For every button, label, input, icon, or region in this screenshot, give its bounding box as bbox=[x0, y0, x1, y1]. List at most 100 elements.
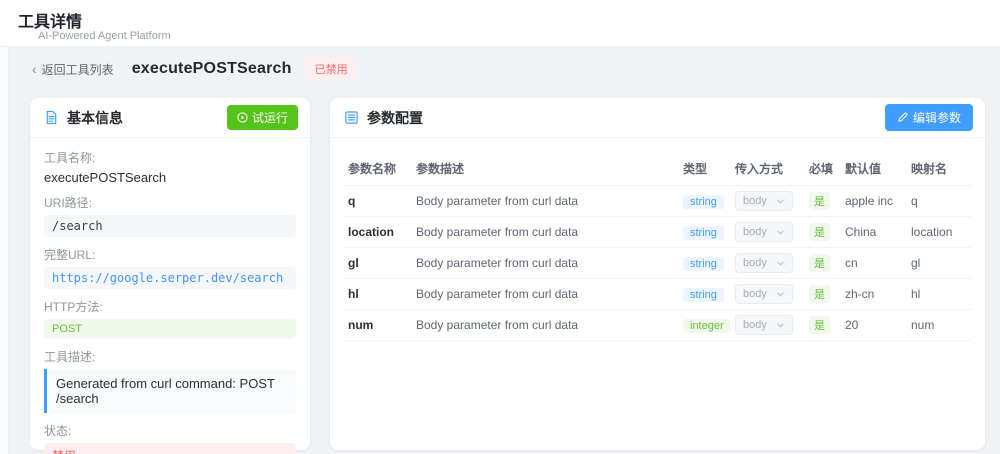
param-type: string bbox=[679, 186, 731, 217]
param-row-gl: glBody parameter from curl data string bod… bbox=[344, 248, 971, 279]
pass-method-select[interactable]: body bbox=[735, 284, 793, 304]
chevron-down-icon bbox=[776, 259, 785, 268]
param-default: apple inc bbox=[841, 186, 907, 217]
edit-params-button[interactable]: 编辑参数 bbox=[885, 104, 973, 131]
column-header: 必填 bbox=[805, 154, 841, 186]
document-icon bbox=[44, 110, 59, 125]
column-header: 传入方式 bbox=[731, 154, 805, 186]
param-name: gl bbox=[344, 248, 412, 279]
field-label: HTTP方法: bbox=[44, 298, 296, 315]
param-config-title: 参数配置 bbox=[367, 108, 423, 128]
back-link-label: 返回工具列表 bbox=[42, 61, 114, 78]
left-rail bbox=[0, 47, 9, 454]
param-mapping: q bbox=[907, 186, 971, 217]
page-title: 工具详情 bbox=[18, 8, 82, 32]
basic-info-card: 基本信息 试运行 工具名称:executePOSTSearch URI路径:/se… bbox=[30, 98, 310, 450]
pass-method-select[interactable]: body bbox=[735, 315, 793, 335]
basic-info-field: 状态: 禁用 bbox=[44, 422, 296, 454]
pass-method-select[interactable]: body bbox=[735, 191, 793, 211]
required-badge: 是 bbox=[809, 285, 830, 303]
param-description: Body parameter from curl data bbox=[412, 248, 679, 279]
pencil-icon bbox=[897, 112, 908, 123]
field-label: 工具描述: bbox=[44, 348, 296, 365]
param-mapping: location bbox=[907, 217, 971, 248]
param-default: 20 bbox=[841, 310, 907, 341]
param-required: 是 bbox=[805, 217, 841, 248]
param-method: body bbox=[731, 248, 805, 279]
param-default: zh-cn bbox=[841, 279, 907, 310]
param-type: string bbox=[679, 217, 731, 248]
field-value-method: POST bbox=[44, 319, 296, 339]
list-icon bbox=[344, 110, 359, 125]
param-name: num bbox=[344, 310, 412, 341]
basic-info-fields: 工具名称:executePOSTSearch URI路径:/search 完整URL… bbox=[30, 138, 310, 454]
param-required: 是 bbox=[805, 248, 841, 279]
param-type: integer bbox=[679, 310, 731, 341]
param-required: 是 bbox=[805, 279, 841, 310]
param-description: Body parameter from curl data bbox=[412, 310, 679, 341]
field-value-status: 禁用 bbox=[44, 443, 296, 454]
param-method: body bbox=[731, 279, 805, 310]
basic-info-card-header: 基本信息 试运行 bbox=[30, 98, 310, 138]
chevron-down-icon bbox=[776, 197, 785, 206]
type-badge: string bbox=[683, 195, 724, 209]
param-config-card: 参数配置 编辑参数 参数名称参数描述类型传入方式必填默认值映射名 qBody p… bbox=[330, 98, 985, 450]
pass-method-select[interactable]: body bbox=[735, 253, 793, 273]
column-header: 映射名 bbox=[907, 154, 971, 186]
param-table-header-row: 参数名称参数描述类型传入方式必填默认值映射名 bbox=[344, 154, 971, 186]
param-description: Body parameter from curl data bbox=[412, 217, 679, 248]
param-table-body: qBody parameter from curl datastringbody… bbox=[344, 186, 971, 341]
chevron-down-icon bbox=[776, 228, 785, 237]
param-mapping: hl bbox=[907, 279, 971, 310]
breadcrumb: ‹ 返回工具列表 executePOSTSearch 已禁用 bbox=[32, 56, 357, 82]
param-table-wrap: 参数名称参数描述类型传入方式必填默认值映射名 qBody parameter f… bbox=[330, 138, 985, 341]
param-name: hl bbox=[344, 279, 412, 310]
param-required: 是 bbox=[805, 186, 841, 217]
type-badge: integer bbox=[683, 319, 731, 333]
field-value-plain: executePOSTSearch bbox=[44, 170, 296, 185]
param-config-card-header: 参数配置 编辑参数 bbox=[330, 98, 985, 138]
chevron-down-icon bbox=[776, 290, 785, 299]
required-badge: 是 bbox=[809, 316, 830, 334]
column-header: 类型 bbox=[679, 154, 731, 186]
param-row-hl: hlBody parameter from curl datastringbod… bbox=[344, 279, 971, 310]
test-run-button[interactable]: 试运行 bbox=[227, 105, 298, 130]
field-value-url: https://google.serper.dev/search bbox=[44, 267, 296, 289]
field-label: 状态: bbox=[44, 422, 296, 439]
type-badge: string bbox=[683, 257, 724, 271]
param-row-location: locationBody parameter from curl datastr… bbox=[344, 217, 971, 248]
tool-detail-page: 工具详情 AI-Powered Agent Platform ‹ 返回工具列表 … bbox=[0, 0, 1000, 454]
param-required: 是 bbox=[805, 310, 841, 341]
type-badge: string bbox=[683, 226, 724, 240]
app-header: 工具详情 AI-Powered Agent Platform bbox=[0, 0, 1000, 47]
pass-method-select[interactable]: body bbox=[735, 222, 793, 242]
field-value-code: /search bbox=[44, 215, 296, 237]
basic-info-field: 完整URL:https://google.serper.dev/search bbox=[44, 246, 296, 289]
back-to-tool-list-link[interactable]: ‹ 返回工具列表 bbox=[32, 61, 114, 78]
column-header: 参数名称 bbox=[344, 154, 412, 186]
edit-params-label: 编辑参数 bbox=[913, 109, 961, 126]
param-name: location bbox=[344, 217, 412, 248]
basic-info-field: URI路径:/search bbox=[44, 194, 296, 237]
param-method: body bbox=[731, 310, 805, 341]
required-badge: 是 bbox=[809, 254, 830, 272]
param-description: Body parameter from curl data bbox=[412, 186, 679, 217]
param-mapping: num bbox=[907, 310, 971, 341]
basic-info-title: 基本信息 bbox=[67, 108, 123, 128]
chevron-down-icon bbox=[776, 321, 785, 330]
param-table: 参数名称参数描述类型传入方式必填默认值映射名 qBody parameter f… bbox=[344, 154, 971, 341]
page-subtitle: AI-Powered Agent Platform bbox=[38, 30, 171, 42]
param-description: Body parameter from curl data bbox=[412, 279, 679, 310]
basic-info-field: 工具描述: Generated from curl command: POST /… bbox=[44, 348, 296, 413]
column-header: 默认值 bbox=[841, 154, 907, 186]
field-value-quote: Generated from curl command: POST /searc… bbox=[44, 369, 296, 413]
param-row-num: numBody parameter from curl dataintegerb… bbox=[344, 310, 971, 341]
basic-info-field: 工具名称:executePOSTSearch bbox=[44, 149, 296, 185]
param-default: cn bbox=[841, 248, 907, 279]
param-type: string bbox=[679, 279, 731, 310]
param-row-q: qBody parameter from curl datastringbody… bbox=[344, 186, 971, 217]
param-name: q bbox=[344, 186, 412, 217]
required-badge: 是 bbox=[809, 223, 830, 241]
chevron-left-icon: ‹ bbox=[32, 62, 37, 76]
required-badge: 是 bbox=[809, 192, 830, 210]
